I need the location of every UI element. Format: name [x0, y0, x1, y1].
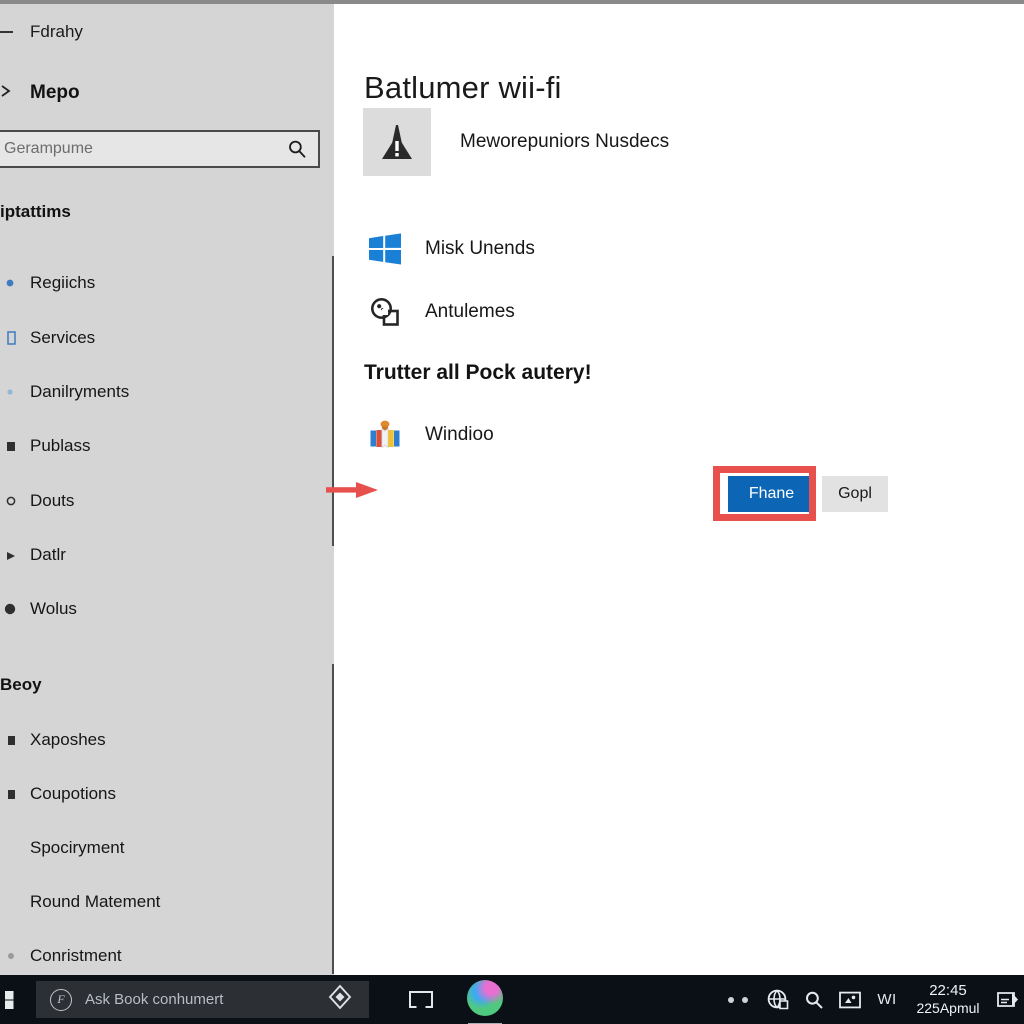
- dot-icon: [0, 950, 16, 962]
- list-item-windioo[interactable]: Windioo: [363, 415, 494, 455]
- clock[interactable]: 22:45 225Apmul: [906, 975, 990, 1024]
- sidebar-item-danilryments[interactable]: Danilryments: [0, 372, 330, 412]
- primary-action-button[interactable]: Fhane: [728, 476, 815, 512]
- square-icon: [0, 734, 16, 746]
- square-icon: [0, 788, 16, 800]
- clock-history-icon: [363, 292, 407, 332]
- cortana-orb-icon: [467, 980, 503, 1016]
- warning-cone-icon: [363, 108, 431, 176]
- sidebar-item-spociryment[interactable]: Spociryment: [0, 828, 330, 868]
- sidebar-item-label: Publass: [30, 436, 91, 455]
- sidebar-item-label: Douts: [30, 491, 75, 510]
- colorful-book-icon: [363, 415, 407, 455]
- sidebar-title-label: Mepo: [30, 82, 80, 103]
- taskbar: F Ask Book conhumert WI 22:45 225Apmul: [0, 975, 1024, 1024]
- settings-window: Fdrahy Mepo iptattims: [0, 0, 1024, 975]
- overflow-dots-icon[interactable]: [716, 975, 760, 1024]
- cortana-diamond-icon[interactable]: [327, 984, 353, 1015]
- back-arrow-icon: [0, 25, 16, 39]
- clock-time: 22:45: [929, 981, 967, 999]
- red-arrow-icon: [326, 481, 382, 499]
- sidebar-item-coupotions[interactable]: Coupotions: [0, 774, 330, 814]
- main-content: Batlumer wii-fi Meworepuniors Nusdecs Mi…: [334, 4, 1024, 975]
- sidebar-item-label: Services: [30, 328, 96, 347]
- clock-date: 225Apmul: [916, 1000, 980, 1017]
- search-icon[interactable]: [276, 132, 318, 166]
- circle-icon: [0, 602, 16, 616]
- sidebar: Fdrahy Mepo iptattims: [0, 4, 334, 975]
- sidebar-item-douts[interactable]: Douts: [0, 481, 330, 521]
- button-row: Fhane Gopl: [728, 476, 888, 512]
- windows-start-icon[interactable]: [0, 975, 26, 1024]
- taskbar-search-box[interactable]: F Ask Book conhumert: [36, 981, 369, 1018]
- network-globe-icon[interactable]: [760, 975, 796, 1024]
- list-item-label: Windioo: [425, 424, 494, 445]
- sidebar-item-publass[interactable]: Publass: [0, 426, 330, 466]
- display-icon[interactable]: [832, 975, 868, 1024]
- sidebar-item-datlr[interactable]: Datlr: [0, 535, 330, 575]
- search-input[interactable]: [0, 140, 276, 158]
- taskbar-app-cortana-orb-icon[interactable]: [461, 975, 509, 1024]
- page-title: Batlumer wii-fi: [364, 70, 562, 105]
- dot-icon: [0, 386, 16, 398]
- list-icon: [0, 331, 16, 345]
- sidebar-item-label: Coupotions: [30, 784, 117, 803]
- sidebar-item-label: Danilryments: [30, 382, 130, 401]
- task-view-icon[interactable]: [399, 975, 443, 1024]
- bullet-icon: [0, 277, 16, 289]
- list-item-label: Antulemes: [425, 301, 515, 322]
- screenshot-root: Fdrahy Mepo iptattims: [0, 0, 1024, 1024]
- list-item-antulemes[interactable]: Antulemes: [363, 292, 515, 332]
- status-text: Meworepuniors Nusdecs: [460, 131, 670, 152]
- list-item-label: Misk Unends: [425, 238, 535, 259]
- taskbar-search-placeholder: Ask Book conhumert: [85, 991, 224, 1008]
- square-icon: [0, 440, 16, 452]
- language-indicator[interactable]: WI: [868, 975, 906, 1024]
- sidebar-item-wolus[interactable]: Wolus: [0, 589, 330, 629]
- sidebar-item-label: Regiichs: [30, 273, 96, 292]
- back-button-label: Fdrahy: [30, 22, 83, 41]
- home-icon: [0, 84, 14, 103]
- sidebar-item-regiichs[interactable]: Regiichs: [0, 263, 330, 303]
- sidebar-group-header-2: Beoy: [0, 675, 42, 694]
- sidebar-item-xaposhes[interactable]: Xaposhes: [0, 720, 330, 760]
- system-tray: WI 22:45 225Apmul: [716, 975, 1024, 1024]
- sidebar-group-header-1: iptattims: [0, 202, 71, 221]
- action-center-icon[interactable]: [990, 975, 1024, 1024]
- secondary-action-button[interactable]: Gopl: [822, 476, 888, 512]
- section-header: Trutter all Pock autery!: [364, 361, 592, 384]
- sidebar-item-label: Datlr: [30, 545, 66, 564]
- back-button[interactable]: Fdrahy: [0, 12, 170, 52]
- search-badge-icon: F: [50, 988, 72, 1011]
- sidebar-search[interactable]: [0, 130, 320, 168]
- sidebar-item-label: Wolus: [30, 599, 77, 618]
- sidebar-item-conristment[interactable]: Conristment: [0, 936, 330, 975]
- status-row: Meworepuniors Nusdecs: [363, 108, 669, 176]
- list-item-misk-unends[interactable]: Misk Unends: [363, 229, 535, 269]
- search-icon[interactable]: [796, 975, 832, 1024]
- sidebar-item-label: Round Matement: [30, 892, 161, 911]
- windows-logo-icon: [363, 229, 407, 269]
- sidebar-title: Mepo: [0, 82, 252, 104]
- sidebar-item-label: Spociryment: [30, 838, 125, 857]
- sidebar-item-label: Xaposhes: [30, 730, 106, 749]
- triangle-icon: [0, 549, 16, 561]
- sidebar-item-label: Conristment: [30, 946, 122, 965]
- sidebar-item-round-matement[interactable]: Round Matement: [0, 882, 330, 922]
- gear-icon: [0, 494, 16, 508]
- sidebar-item-services[interactable]: Services: [0, 318, 330, 358]
